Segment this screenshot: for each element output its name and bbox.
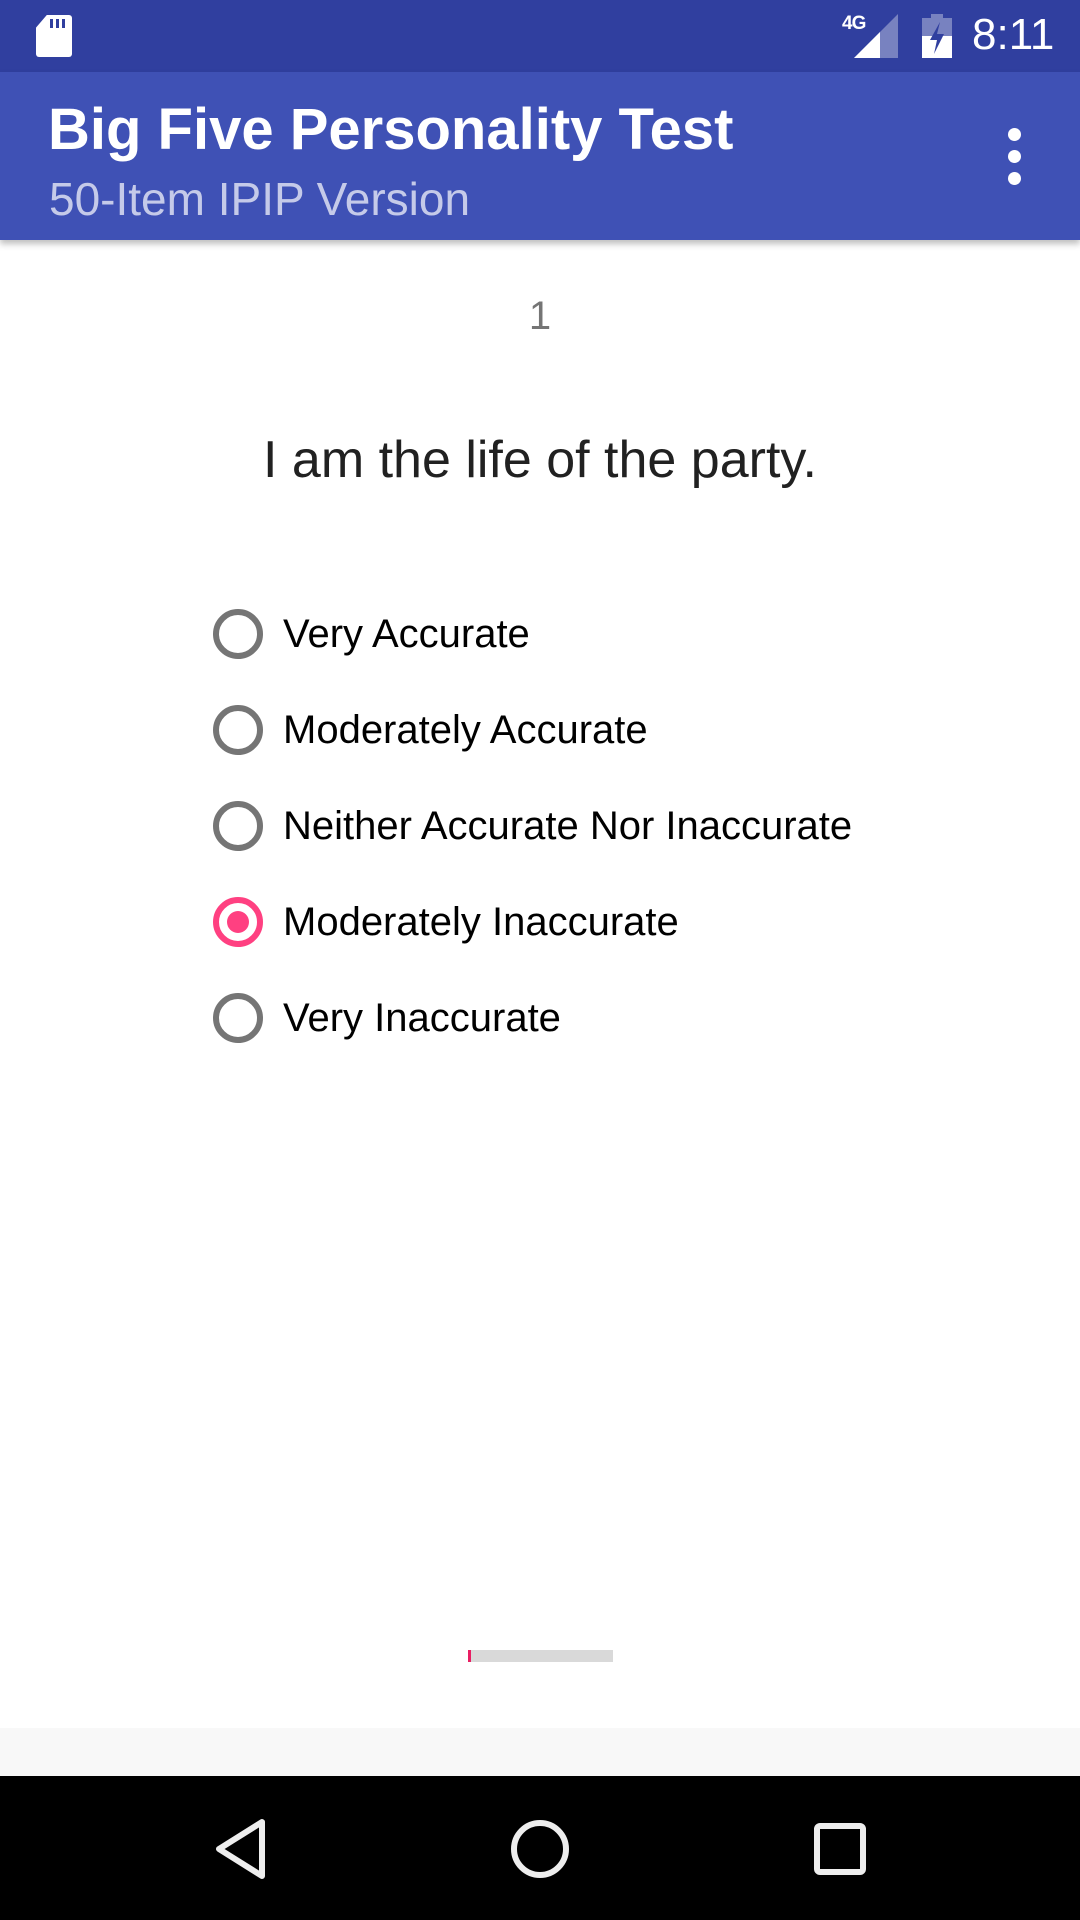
progress-bar xyxy=(468,1650,613,1662)
battery-charging-icon xyxy=(922,14,952,58)
navigation-bar xyxy=(0,1776,1080,1920)
option-label: Moderately Inaccurate xyxy=(283,899,679,944)
app-title: Big Five Personality Test xyxy=(48,97,734,162)
signal-icon xyxy=(854,14,898,58)
radio-button[interactable] xyxy=(213,609,263,659)
radio-button[interactable] xyxy=(213,897,263,947)
radio-button[interactable] xyxy=(213,801,263,851)
answer-options: Very Accurate Moderately Accurate Neithe… xyxy=(210,586,852,1066)
recents-icon[interactable] xyxy=(805,1814,875,1884)
option-moderately-accurate[interactable]: Moderately Accurate xyxy=(210,682,852,778)
radio-button[interactable] xyxy=(213,993,263,1043)
option-label: Neither Accurate Nor Inaccurate xyxy=(283,803,853,848)
bottom-strip xyxy=(0,1728,1080,1776)
clock: 8:11 xyxy=(972,10,1055,59)
radio-button[interactable] xyxy=(213,705,263,755)
app-bar: Big Five Personality Test 50-Item IPIP V… xyxy=(0,72,1080,240)
back-icon[interactable] xyxy=(207,1814,277,1884)
home-icon[interactable] xyxy=(505,1814,575,1884)
option-label: Very Inaccurate xyxy=(283,995,561,1040)
sd-card-icon xyxy=(36,15,72,57)
question-text: I am the life of the party. xyxy=(263,431,817,489)
status-bar: 4G 8:11 xyxy=(0,0,1080,72)
option-label: Very Accurate xyxy=(283,611,530,656)
option-moderately-inaccurate[interactable]: Moderately Inaccurate xyxy=(210,874,852,970)
question-number: 1 xyxy=(528,294,552,338)
option-very-inaccurate[interactable]: Very Inaccurate xyxy=(210,970,852,1066)
option-very-accurate[interactable]: Very Accurate xyxy=(210,586,852,682)
overflow-menu-icon[interactable] xyxy=(990,124,1038,188)
progress-fill xyxy=(468,1650,471,1662)
app-subtitle: 50-Item IPIP Version xyxy=(49,173,471,225)
option-neither[interactable]: Neither Accurate Nor Inaccurate xyxy=(210,778,852,874)
option-label: Moderately Accurate xyxy=(283,707,648,752)
